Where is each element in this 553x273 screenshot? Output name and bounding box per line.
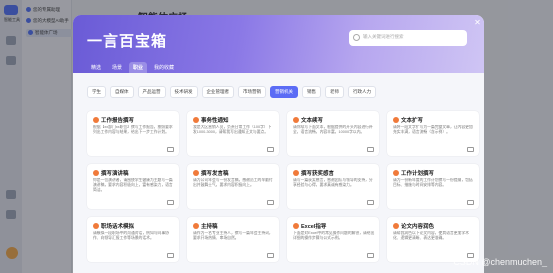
watermark: CSDN @chenmuchen_	[453, 257, 547, 267]
category-bar: 学生 自媒体 产品运营 技术研发 企业管理者 市场营销 营销机关 销售 老师 行政人力	[87, 86, 376, 98]
card-icon	[193, 223, 199, 229]
card-icon	[93, 170, 99, 176]
prompt-card[interactable]: 撰写演讲稿 你是一位演讲者，请围绕学生健康为主题写一篇演讲稿，要求内容积极向上，富…	[87, 164, 179, 209]
card-title: 主持稿	[201, 224, 218, 230]
search-icon	[353, 34, 360, 41]
chat-icon[interactable]	[367, 147, 374, 152]
prompt-card[interactable]: 文本扩写 请将一段文字扩写为一篇完整文章，让内容更加充实丰满，语言流畅（含示例）。	[387, 111, 479, 156]
search-input[interactable]: 输入关键词进行搜索	[349, 30, 467, 46]
prompt-card[interactable]: 事务性通知 我是大区营销人员，负责日常工作（100字）下发1000-3000，请帮…	[187, 111, 279, 156]
card-title: 论文内容润色	[401, 224, 435, 230]
tab-favorites[interactable]: 我的收藏	[150, 62, 178, 73]
modal-title: 一言百宝箱	[87, 33, 168, 50]
card-description: 请模拟一段职场中的沟通对话，例如与同事协作、向领导汇报工作等场景的话术。	[93, 231, 169, 240]
prompt-card[interactable]: 工作计划撰写 请为一份新年度的工作计划撰写一份提纲，包括目标、措施与时间安排等内容…	[387, 164, 479, 209]
chat-icon[interactable]	[267, 147, 274, 152]
card-description: 下面是对Excel中的常见操作问题的解答，请给出详细的操作步骤与公式示例。	[293, 231, 375, 240]
category-chip[interactable]: 行政人力	[348, 86, 376, 98]
category-chip[interactable]: 销售	[302, 86, 321, 98]
card-title: 文本扩写	[401, 118, 424, 124]
close-icon[interactable]: ✕	[473, 18, 482, 27]
prompt-card[interactable]: Excel指导 下面是对Excel中的常见操作问题的解答，请给出详细的操作步骤与公…	[287, 217, 379, 262]
card-description: 根据【xx部门xx职位】撰写工作报告，按照要求列出工作内容与结果，给出下一步工作…	[93, 125, 173, 134]
prompt-card[interactable]: 撰写发言稿 请为公司年会写一份发言稿，感谢员工的辛勤付出并鼓舞士气，要求内容积极向…	[187, 164, 279, 209]
card-description: 请你续写下面文本，根据提供的开头内容进行补全，语言流畅，内容丰富，10000字以…	[293, 125, 373, 134]
chat-icon[interactable]	[367, 253, 374, 258]
card-title: 撰写发言稿	[201, 171, 229, 177]
prompt-card[interactable]: 论文内容润色 请帮我润色以下论文内容，使其语言更加学术化、逻辑更清晰、表达更准确。	[387, 217, 479, 262]
card-title: Excel指导	[301, 224, 327, 230]
card-icon	[293, 223, 299, 229]
chat-icon[interactable]	[467, 147, 474, 152]
card-icon	[193, 170, 199, 176]
prompt-card[interactable]: 工作报告撰写 根据【xx部门xx职位】撰写工作报告，按照要求列出工作内容与结果，给…	[87, 111, 179, 156]
card-title: 职场话术模拟	[101, 224, 135, 230]
card-icon	[93, 117, 99, 123]
card-title: 撰写演讲稿	[101, 171, 129, 177]
category-chip[interactable]: 技术研发	[169, 86, 198, 98]
modal-tabs: 精选 场景 职业 我的收藏	[87, 62, 178, 73]
card-description: 请为公司年会写一份发言稿，感谢员工的辛勤付出并鼓舞士气，要求内容积极向上。	[193, 178, 273, 187]
prompt-card[interactable]: 文本续写 请你续写下面文本，根据提供的开头内容进行补全，语言流畅，内容丰富，100…	[287, 111, 379, 156]
category-chip[interactable]: 学生	[87, 86, 106, 98]
card-icon	[293, 117, 299, 123]
category-chip[interactable]: 市场营销	[238, 86, 266, 98]
chat-icon[interactable]	[167, 200, 174, 205]
card-description: 请作为一名专业主持人，撰写一篇年会主持词，要求开场热情、串场自然。	[193, 231, 273, 240]
prompt-card[interactable]: 主持稿 请作为一名专业主持人，撰写一篇年会主持词，要求开场热情、串场自然。	[187, 217, 279, 262]
card-icon	[393, 223, 399, 229]
card-description: 请帮我润色以下论文内容，使其语言更加学术化、逻辑更清晰、表达更准确。	[393, 231, 469, 240]
modal-content: 学生 自媒体 产品运营 技术研发 企业管理者 市场营销 营销机关 销售 老师 行政人力 工作报告撰…	[73, 73, 484, 273]
chat-icon[interactable]	[367, 200, 374, 205]
category-chip[interactable]: 自媒体	[110, 86, 134, 98]
card-title: 工作报告撰写	[101, 118, 135, 124]
card-description: 你是一位演讲者，请围绕学生健康为主题写一篇演讲稿，要求内容积极向上，富有感染力，…	[93, 178, 173, 192]
tab-featured[interactable]: 精选	[87, 62, 105, 73]
modal-header: 一言百宝箱 输入关键词进行搜索 ✕ 精选 场景 职业 我的收藏	[73, 15, 484, 73]
card-description: 我是大区营销人员，负责日常工作（100字）下发1000-3000，请帮我写出通知…	[193, 125, 272, 134]
category-chip[interactable]: 企业管理者	[201, 86, 234, 98]
chat-icon[interactable]	[267, 200, 274, 205]
card-icon	[193, 117, 199, 123]
tab-scenario[interactable]: 场景	[108, 62, 126, 73]
card-title: 撰写获奖感言	[301, 171, 335, 177]
card-grid: 工作报告撰写 根据【xx部门xx职位】撰写工作报告，按照要求列出工作内容与结果，给…	[87, 111, 479, 262]
prompt-card[interactable]: 职场话术模拟 请模拟一段职场中的沟通对话，例如与同事协作、向领导汇报工作等场景的话…	[87, 217, 179, 262]
card-description: 请将一段文字扩写为一篇完整文章，让内容更加充实丰满，语言流畅（含示例）。	[393, 125, 473, 134]
category-chip[interactable]: 产品运营	[137, 86, 166, 98]
card-description: 请写一篇获奖感言，感谢团队与领导的支持，分享经验与心得，要求真诚有感染力。	[293, 178, 373, 187]
card-icon	[393, 170, 399, 176]
card-icon	[293, 170, 299, 176]
card-icon	[93, 223, 99, 229]
card-title: 文本续写	[301, 118, 324, 124]
toolbox-modal: 一言百宝箱 输入关键词进行搜索 ✕ 精选 场景 职业 我的收藏 学生 自媒体 产品运…	[73, 15, 484, 273]
category-chip[interactable]: 老师	[325, 86, 344, 98]
card-title: 工作计划撰写	[401, 171, 435, 177]
prompt-card[interactable]: 撰写获奖感言 请写一篇获奖感言，感谢团队与领导的支持，分享经验与心得，要求真诚有感…	[287, 164, 379, 209]
chat-icon[interactable]	[167, 253, 174, 258]
chat-icon[interactable]	[167, 147, 174, 152]
search-placeholder: 输入关键词进行搜索	[363, 34, 404, 39]
card-description: 请为一份新年度的工作计划撰写一份提纲，包括目标、措施与时间安排等内容。	[393, 178, 473, 187]
chat-icon[interactable]	[267, 253, 274, 258]
card-title: 事务性通知	[201, 118, 229, 124]
category-chip[interactable]: 营销机关	[270, 86, 298, 98]
tab-profession[interactable]: 职业	[129, 62, 148, 73]
chat-icon[interactable]	[467, 200, 474, 205]
card-icon	[393, 117, 399, 123]
